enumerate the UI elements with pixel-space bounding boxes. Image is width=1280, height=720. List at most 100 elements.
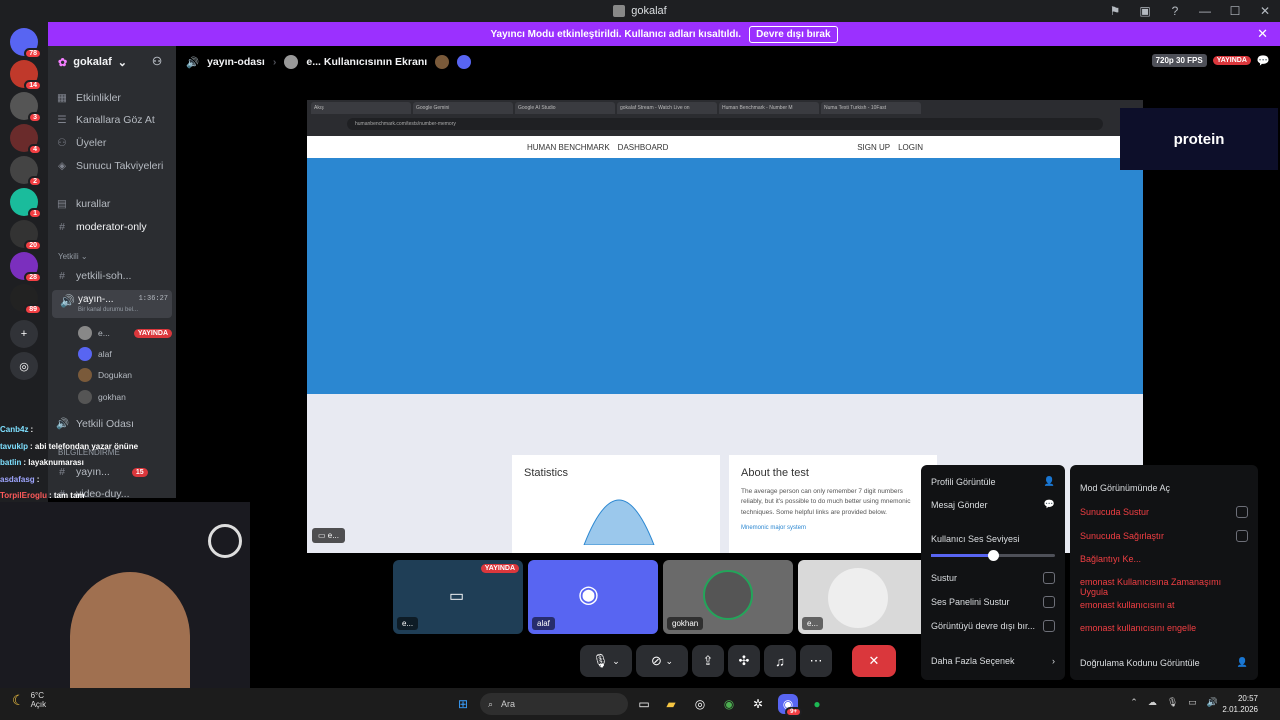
volume-icon[interactable]: 🔊 [1207, 697, 1218, 708]
start-icon[interactable]: ⊞ [453, 694, 473, 714]
add-member-icon[interactable]: ⚇ [152, 55, 162, 68]
about-text: The average person can only remember 7 d… [741, 488, 911, 516]
mute-checkbox[interactable] [1043, 572, 1055, 584]
server-server-icon[interactable]: 20 [10, 220, 42, 251]
camera-button[interactable]: ⊘ ⌄ [636, 645, 688, 677]
browser-tab: Google Gemini [413, 102, 513, 114]
task-view-icon[interactable]: ▭ [634, 694, 654, 714]
voice-user[interactable]: e... YAYINDA [78, 326, 173, 340]
chat-text: : layaknumarası [23, 458, 84, 467]
chat-text: : [36, 474, 40, 484]
app-icon[interactable]: ◎ [690, 694, 710, 714]
server-wifi-icon[interactable]: 28 [10, 252, 42, 283]
disable-video-item[interactable]: Görüntüyü devre dışı bır... [931, 620, 1055, 632]
server-server-icon[interactable]: 4 [10, 124, 42, 155]
mic-icon[interactable]: 🎙 [1167, 697, 1178, 708]
server-server-icon[interactable]: 89 [10, 284, 42, 315]
inbox-icon[interactable]: ⚑ [1100, 4, 1130, 18]
channel-label: kurallar [76, 198, 111, 210]
participant-tile[interactable]: gokhan [663, 560, 793, 634]
file-explorer-icon[interactable]: ▰ [661, 694, 681, 714]
server-eye-icon[interactable]: 2 [10, 156, 42, 187]
channel-moderator-only[interactable]: # moderator-only [56, 221, 147, 233]
chatgpt-icon[interactable]: ✲ [748, 694, 768, 714]
maximize-button[interactable]: ☐ [1220, 4, 1250, 18]
clock[interactable]: 20:57 2.01.2026 [1222, 693, 1258, 715]
more-options-item[interactable]: Daha Fazla Seçenek › [931, 656, 1055, 666]
server-deafen-checkbox[interactable] [1236, 530, 1248, 542]
add-server-icon[interactable]: + [10, 320, 38, 348]
microphone-button[interactable]: 🎙 ⌄ [580, 645, 632, 677]
mute-soundboard-checkbox[interactable] [1043, 596, 1055, 608]
participant-tile[interactable]: e... [798, 560, 928, 634]
server-server-icon[interactable]: 3 [10, 92, 42, 123]
send-message-item[interactable]: Mesaj Gönder 💬 [931, 499, 1055, 510]
kick-item[interactable]: emonast kullanıcısını at [1080, 600, 1248, 610]
stream-label: ▭ e... [312, 528, 345, 543]
soundboard-button[interactable]: ♫ [764, 645, 796, 677]
screen-icon: ▭ [318, 531, 326, 540]
more-button[interactable]: ⋯ [800, 645, 832, 677]
taskbar-search[interactable]: ⌕ Ara [480, 693, 628, 715]
channel-kurallar[interactable]: ▤ kurallar [56, 198, 110, 210]
server-mute-item[interactable]: Sunucuda Sustur [1080, 506, 1248, 518]
brand-text: protein [1173, 130, 1225, 148]
voice-user[interactable]: Dogukan [78, 368, 132, 382]
screen-share-button[interactable]: ⇪ [692, 645, 724, 677]
nav-label: Üyeler [76, 137, 107, 149]
view-profile-item[interactable]: Profili Görüntüle 👤 [931, 476, 1055, 487]
participant-tile[interactable]: ◉ alaf [528, 560, 658, 634]
server-discord-icon[interactable]: 78 [10, 28, 42, 59]
disable-video-checkbox[interactable] [1043, 620, 1055, 632]
voice-user[interactable]: alaf [78, 347, 112, 361]
disable-streamer-mode-button[interactable]: Devre dışı bırak [749, 25, 838, 43]
disconnect-item[interactable]: Bağlantıyı Ke... [1080, 554, 1248, 564]
voice-channel-name[interactable]: yayın-odası [207, 56, 265, 68]
minimize-button[interactable]: — [1190, 4, 1220, 18]
close-button[interactable]: ✕ [1250, 4, 1280, 18]
network-icon[interactable]: ▭ [1188, 697, 1197, 708]
participant-tile[interactable]: YAYINDA ▭ e... [393, 560, 523, 634]
menu-label: Kullanıcı Ses Seviyesi [931, 534, 1020, 544]
calendar-icon: ▦ [57, 92, 67, 104]
chevron-up-icon[interactable]: ⌃ [1130, 697, 1138, 708]
server-server-icon[interactable]: 14 [10, 60, 42, 91]
server-deafen-item[interactable]: Sunucuda Sağırlaştır [1080, 530, 1248, 542]
nav-events[interactable]: ▦ Etkinlikler [56, 92, 121, 104]
close-notice-icon[interactable]: ✕ [1257, 26, 1268, 42]
weather-widget[interactable]: ☾ 6°C Açık [12, 691, 46, 709]
verify-code-item[interactable]: Doğrulama Kodunu Görüntüle 👤 [1080, 657, 1248, 668]
discord-taskbar-icon[interactable]: ◉ 9+ [778, 694, 802, 717]
chat-icon[interactable]: 💬 [1257, 54, 1270, 67]
nav-members[interactable]: ⚇ Üyeler [56, 137, 106, 149]
nav-browse-channels[interactable]: ☰ Kanallara Göz At [56, 114, 155, 126]
ban-item[interactable]: emonast kullanıcısını engelle [1080, 623, 1248, 633]
channel-yetkili-sohbet[interactable]: # yetkili-soh... [56, 270, 131, 282]
activities-button[interactable]: ✣ [728, 645, 760, 677]
stats-card: Statistics [512, 455, 720, 553]
mute-item[interactable]: Sustur [931, 572, 1055, 584]
mod-view-item[interactable]: Mod Görünümünde Aç [1080, 483, 1248, 493]
nav-boosts[interactable]: ◈ Sunucu Takviyeleri [56, 160, 163, 172]
mute-soundboard-item[interactable]: Ses Panelini Sustur [931, 596, 1055, 608]
slider-knob[interactable] [988, 550, 999, 561]
server-mute-checkbox[interactable] [1236, 506, 1248, 518]
user-volume-slider[interactable] [931, 550, 1055, 561]
server-header[interactable]: ✿ gokalaf ⌄ ⚇ [48, 46, 176, 78]
speaker-icon: 🔊 [186, 56, 200, 69]
discover-icon[interactable]: ◎ [10, 352, 38, 380]
hangup-icon: ✕ [868, 653, 880, 668]
timeout-item[interactable]: emonast Kullanıcısına Zamanaşımı Uygula [1080, 577, 1248, 597]
screen-icon[interactable]: ▣ [1130, 4, 1160, 18]
help-icon[interactable]: ? [1160, 4, 1190, 18]
server-smile-icon[interactable]: 1 [10, 188, 42, 219]
voice-user[interactable]: gokhan [78, 390, 126, 404]
chat-text: : abi telefondan yazar önüne [30, 441, 139, 451]
disconnect-button[interactable]: ✕ [852, 645, 896, 677]
category-yetkili[interactable]: Yetkili ⌄ [58, 252, 88, 261]
voice-channel-active[interactable]: 🔊 yayın-... 1:36:27 Bir kanal durumu bel… [52, 290, 172, 318]
cloud-icon[interactable]: ☁ [1148, 697, 1157, 708]
chrome-icon[interactable]: ◉ [719, 694, 739, 714]
spotify-icon[interactable]: ● [807, 694, 827, 714]
voice-channel-label: yayın-... [78, 294, 114, 305]
